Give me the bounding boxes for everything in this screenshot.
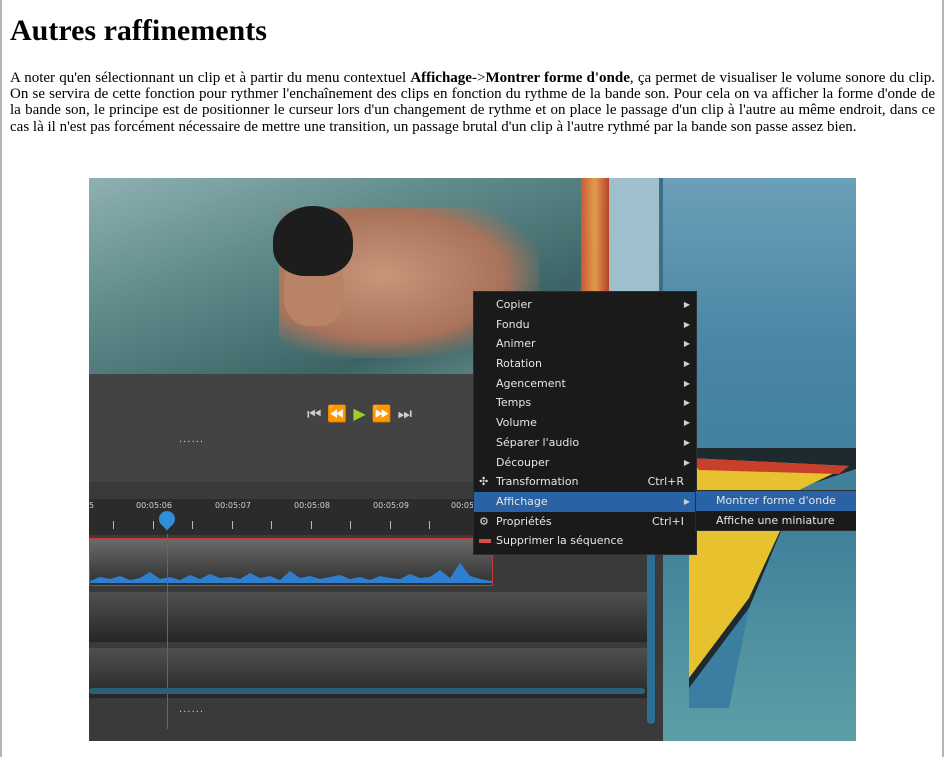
menu-item-decouper[interactable]: Découper ▶ xyxy=(474,453,696,473)
jump-start-icon[interactable]: ⏮ xyxy=(307,404,321,424)
menu-item-label: Agencement xyxy=(496,376,566,390)
play-icon[interactable]: ▶ xyxy=(353,404,365,424)
menu-item-shortcut: Ctrl+I xyxy=(651,514,684,528)
ruler-tick xyxy=(350,521,351,529)
menu-item-affichage[interactable]: Affichage ▶ xyxy=(474,491,696,512)
ruler-tick xyxy=(192,521,193,529)
menu-item-label: Découper xyxy=(496,455,550,469)
chevron-right-icon: ▶ xyxy=(683,398,690,408)
chevron-right-icon: ▶ xyxy=(683,496,690,506)
audio-clip[interactable] xyxy=(89,538,493,586)
ruler-tick xyxy=(271,521,272,529)
chevron-right-icon: ▶ xyxy=(683,378,690,388)
body-paragraph: A noter qu'en sélectionnant un clip et à… xyxy=(10,70,935,135)
ruler-label: 00:05:09 xyxy=(373,501,409,510)
paragraph-strong-forme-onde: Montrer forme d'onde xyxy=(485,70,630,86)
gear-icon: ⚙ xyxy=(479,514,489,528)
chevron-right-icon: ▶ xyxy=(683,300,690,309)
ruler-label: 00:05:08 xyxy=(294,501,330,510)
chevron-right-icon: ▶ xyxy=(683,359,690,369)
menu-item-label: Affichage xyxy=(496,494,548,508)
player-controls: ⏮ ⏪ ▶ ⏩ ⏭ xyxy=(307,404,412,424)
paragraph-strong-affichage: Affichage xyxy=(410,70,472,86)
vertical-scrollbar[interactable] xyxy=(647,534,655,724)
menu-item-animer[interactable]: Animer ▶ xyxy=(474,334,696,354)
menu-item-label: Propriétés xyxy=(496,514,552,528)
menu-item-label: Volume xyxy=(496,416,537,430)
page-frame-left xyxy=(0,0,2,757)
chevron-right-icon: ▶ xyxy=(683,319,690,329)
submenu-item-montrer-forme-onde[interactable]: Montrer forme d'onde xyxy=(696,491,856,511)
menu-item-label: Supprimer la séquence xyxy=(496,534,624,548)
chevron-right-icon: ▶ xyxy=(683,418,690,428)
menu-item-label: Fondu xyxy=(496,317,530,331)
ruler-tick xyxy=(113,521,114,529)
rewind-icon[interactable]: ⏪ xyxy=(327,404,347,424)
horizontal-scrollbar[interactable] xyxy=(89,688,645,694)
playhead-handle[interactable] xyxy=(155,507,179,531)
menu-item-agencement[interactable]: Agencement ▶ xyxy=(474,374,696,394)
ruler-label: 00:05:07 xyxy=(215,501,251,510)
move-icon: ✣ xyxy=(479,475,489,489)
ruler-tick xyxy=(390,521,391,529)
menu-item-label: Transformation xyxy=(496,475,579,489)
boat-hull-image xyxy=(689,448,856,708)
ruler-tick xyxy=(153,521,154,529)
menu-item-shortcut: Ctrl+R xyxy=(647,475,684,489)
editor-screenshot: ⏮ ⏪ ▶ ⏩ ⏭ ...... 5 00:05:06 00:05:07 00:… xyxy=(89,178,856,741)
playhead-line xyxy=(167,534,168,729)
jump-end-icon[interactable]: ⏭ xyxy=(398,404,412,424)
submenu-item-affiche-miniature[interactable]: Affiche une miniature xyxy=(696,511,856,531)
chevron-right-icon: ▶ xyxy=(683,457,690,467)
menu-item-transformation[interactable]: ✣ Transformation Ctrl+R xyxy=(474,472,696,492)
fast-forward-icon[interactable]: ⏩ xyxy=(372,404,392,424)
menu-item-proprietes[interactable]: ⚙ Propriétés Ctrl+I xyxy=(474,512,696,532)
ruler-tick xyxy=(429,521,430,529)
chevron-right-icon: ▶ xyxy=(683,437,690,447)
menu-item-separer-audio[interactable]: Séparer l'audio ▶ xyxy=(474,433,696,453)
ruler-label: 5 xyxy=(89,501,95,510)
resize-handle[interactable]: ...... xyxy=(179,434,204,445)
menu-item-label: Copier xyxy=(496,298,532,311)
timeline-track[interactable] xyxy=(89,592,647,642)
ruler-tick xyxy=(232,521,233,529)
menu-item-copier[interactable]: Copier ▶ xyxy=(474,295,696,315)
affichage-submenu: Montrer forme d'onde Affiche une miniatu… xyxy=(695,490,856,531)
chevron-right-icon: ▶ xyxy=(683,339,690,349)
video-helmet xyxy=(273,206,353,276)
menu-item-supprimer-sequence[interactable]: Supprimer la séquence xyxy=(474,531,696,551)
ruler-label: 00:05 xyxy=(451,501,475,510)
menu-item-temps[interactable]: Temps ▶ xyxy=(474,393,696,413)
ruler-tick xyxy=(311,521,312,529)
menu-item-label: Temps xyxy=(496,396,532,410)
delete-bar-icon xyxy=(479,539,491,544)
context-menu: Copier ▶ Fondu ▶ Animer ▶ Rotation ▶ Agencem… xyxy=(473,291,697,555)
paragraph-separator: -> xyxy=(471,70,486,86)
menu-item-label: Séparer l'audio xyxy=(496,435,580,449)
menu-item-rotation[interactable]: Rotation ▶ xyxy=(474,354,696,374)
menu-item-volume[interactable]: Volume ▶ xyxy=(474,413,696,433)
paragraph-text-before: A noter qu'en sélectionnant un clip et à… xyxy=(10,70,411,86)
menu-item-label: Rotation xyxy=(496,357,543,371)
page-title: Autres raffinements xyxy=(10,14,267,47)
ruler-label: 00:05:06 xyxy=(136,501,172,510)
menu-item-label: Animer xyxy=(496,337,536,351)
resize-handle[interactable]: ...... xyxy=(179,704,204,715)
waveform-graphic xyxy=(90,563,492,583)
menu-item-fondu[interactable]: Fondu ▶ xyxy=(474,315,696,335)
